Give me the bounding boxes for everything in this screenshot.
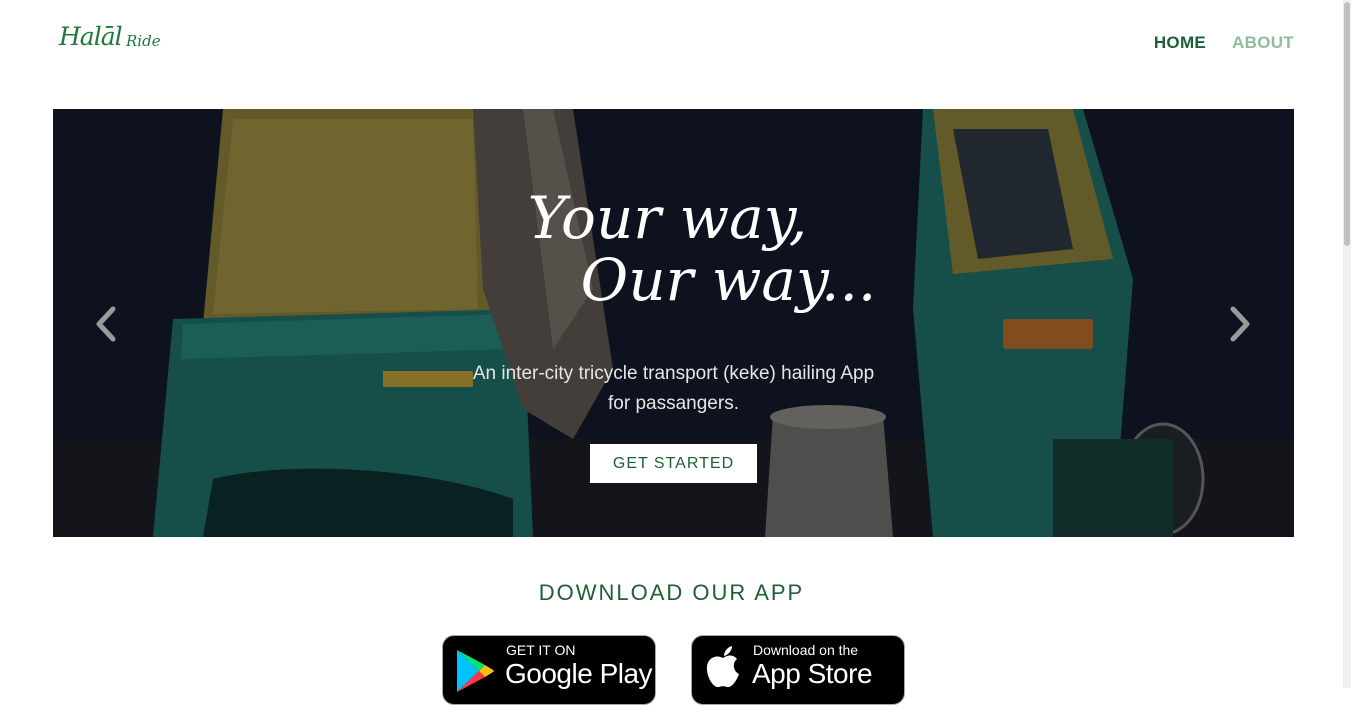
nav-about-link[interactable]: ABOUT — [1232, 33, 1294, 53]
get-started-button[interactable]: GET STARTED — [590, 444, 757, 483]
brand-logo[interactable]: Halāl Ride — [59, 18, 161, 58]
hero-subtitle-line1: An inter-city tricycle transport (keke) … — [472, 363, 875, 384]
google-play-icon — [457, 650, 494, 692]
nav-links: HOME ABOUT — [1154, 33, 1294, 53]
logo-main-text: Halāl — [59, 22, 123, 51]
hero-title-line2: Our way... — [580, 246, 877, 314]
google-play-badge[interactable]: GET IT ON Google Play — [442, 635, 656, 705]
navbar: Halāl Ride HOME ABOUT — [0, 0, 1343, 86]
hero-subtitle: An inter-city tricycle transport (keke) … — [53, 359, 1294, 419]
app-store-badge[interactable]: Download on the App Store — [691, 635, 905, 705]
scrollbar-thumb[interactable] — [1344, 2, 1350, 246]
logo-sub-text: Ride — [126, 32, 161, 50]
nav-home-link[interactable]: HOME — [1154, 33, 1206, 53]
hero-carousel: Your way, Our way... An inter-city tricy… — [53, 109, 1294, 537]
app-store-big-text: App Store — [752, 658, 873, 689]
hero-subtitle-line2: for passangers. — [608, 393, 739, 414]
download-heading: DOWNLOAD OUR APP — [538, 580, 805, 605]
apple-icon — [706, 646, 739, 688]
hero-title-line1: Your way, — [527, 184, 808, 252]
page-scrollbar[interactable] — [1343, 0, 1351, 688]
google-play-small-text: GET IT ON — [506, 642, 576, 658]
app-store-small-text: Download on the — [753, 642, 859, 658]
hero-title: Your way, Our way... — [53, 187, 1294, 311]
google-play-big-text: Google Play — [505, 658, 653, 689]
